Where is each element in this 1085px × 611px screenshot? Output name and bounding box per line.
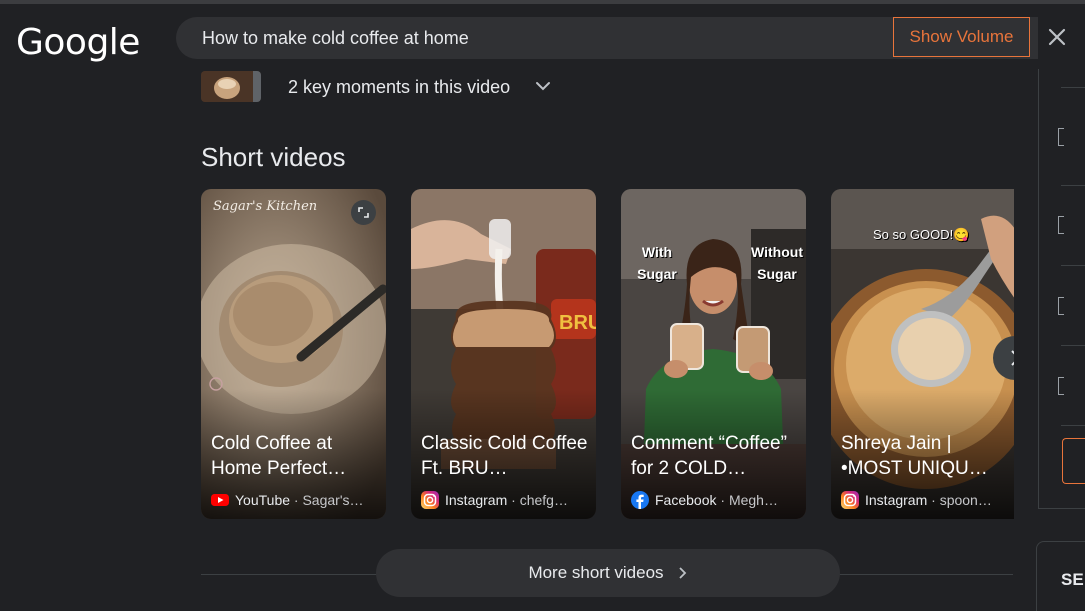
expand-icon[interactable] [351, 200, 376, 225]
overlay-so-good: So so GOOD!😋 [873, 227, 970, 242]
source-separator: · [290, 492, 303, 508]
show-volume-button[interactable]: Show Volume [893, 17, 1030, 57]
short-videos-heading: Short videos [201, 142, 346, 172]
overlay-with-sugar: With Sugar [637, 244, 677, 282]
author-name: spoon… [939, 492, 992, 508]
youtube-icon [211, 494, 229, 506]
author-name: Megh… [728, 492, 778, 508]
close-icon[interactable] [1046, 26, 1068, 48]
panel-section-label: SE [1061, 570, 1084, 589]
video-title[interactable]: Cold Coffee at Home Perfect… [211, 431, 379, 481]
source-separator: · [927, 492, 940, 508]
search-bar[interactable]: How to make cold coffee at home Show Vol… [176, 17, 1038, 59]
search-header: Google How to make cold coffee at home S… [0, 4, 1085, 69]
checkbox-icon[interactable] [1058, 297, 1064, 315]
key-moments-label: 2 key moments in this video [288, 77, 511, 97]
key-moments-row[interactable]: 2 key moments in this video [201, 69, 581, 105]
platform-name: Instagram [445, 492, 508, 508]
author-name: Sagar's… [302, 492, 364, 508]
chevron-down-icon[interactable] [535, 79, 551, 93]
video-title[interactable]: Shreya Jain | •MOST UNIQU… [841, 431, 1009, 481]
platform-name: Facebook [655, 492, 717, 508]
video-title[interactable]: Comment “Coffee” for 2 COLD… [631, 431, 799, 481]
video-source: YouTube · Sagar's… [211, 490, 383, 510]
more-short-videos-label: More short videos [528, 563, 664, 582]
search-input[interactable]: How to make cold coffee at home [202, 28, 469, 49]
panel-row-divider [1061, 425, 1085, 426]
checkbox-icon[interactable] [1058, 216, 1064, 234]
instagram-icon [421, 491, 439, 509]
panel-row-divider [1061, 87, 1085, 88]
facebook-icon [631, 491, 649, 509]
chevron-right-icon [678, 567, 686, 579]
right-side-panel: SE [1014, 69, 1085, 611]
thumbnail-overlay-text: Sagar's Kitchen [213, 199, 318, 214]
checkbox-icon[interactable] [1058, 377, 1064, 395]
checkbox-icon[interactable] [1058, 128, 1064, 146]
google-logo[interactable]: Google [16, 22, 140, 63]
video-card-4[interactable]: So so GOOD!😋 Shreya Jain | •MOST UNIQU… … [831, 189, 1015, 519]
video-title[interactable]: Classic Cold Coffee Ft. BRU… [421, 431, 589, 481]
platform-name: YouTube [235, 492, 291, 508]
video-card-3[interactable]: With Sugar Without Sugar Comment “Coffee… [621, 189, 806, 519]
panel-row-divider [1061, 185, 1085, 186]
platform-name: Instagram [865, 492, 928, 508]
panel-row-divider [1061, 345, 1085, 346]
author-name: chefg… [519, 492, 568, 508]
instagram-icon [841, 491, 859, 509]
panel-action-button[interactable] [1062, 438, 1085, 484]
video-card-1[interactable]: Sagar's Kitchen Cold Coffee at Home Perf… [201, 189, 386, 519]
overlay-without-sugar: Without Sugar [751, 244, 803, 282]
source-separator: · [507, 492, 520, 508]
source-separator: · [716, 492, 729, 508]
video-card-2[interactable]: BRU Classic Cold Coffee Ft. BRU… Instagr… [411, 189, 596, 519]
video-source: Facebook · Megh… [631, 490, 803, 510]
more-short-videos-button[interactable]: More short videos [376, 549, 840, 597]
key-moments-thumbnail [201, 71, 261, 102]
panel-row-divider [1061, 265, 1085, 266]
video-source: Instagram · chefg… [421, 490, 593, 510]
bru-label: BRU [559, 312, 596, 334]
video-source: Instagram · spoon… [841, 490, 1013, 510]
